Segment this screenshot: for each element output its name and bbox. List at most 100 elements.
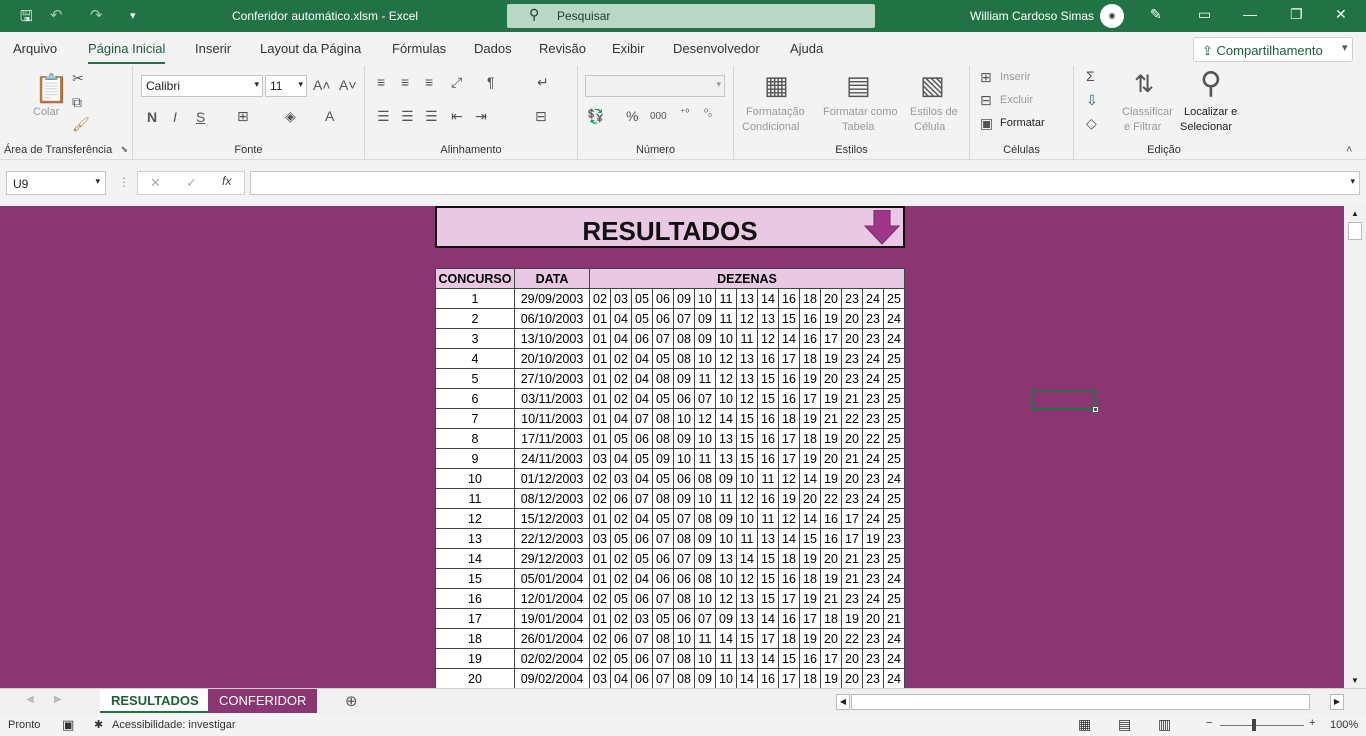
cell-dezena[interactable]: 08: [673, 648, 695, 669]
cell-dezena[interactable]: 02: [589, 648, 611, 669]
close-icon[interactable]: ✕: [1335, 6, 1347, 23]
cell-dezena[interactable]: 20: [862, 608, 884, 629]
cell-dezena[interactable]: 06: [610, 488, 632, 509]
cell-dezena[interactable]: 02: [610, 348, 632, 369]
cell-dezena[interactable]: 05: [631, 288, 653, 309]
cell-dezena[interactable]: 16: [778, 608, 800, 629]
grow-font-icon[interactable]: A˄: [313, 77, 331, 93]
format-table-label-1[interactable]: Formatar como: [823, 106, 898, 118]
redo-icon[interactable]: ↷: [90, 6, 103, 24]
cell-concurso[interactable]: 10: [435, 468, 515, 489]
cell-dezena[interactable]: 09: [673, 288, 695, 309]
cell-dezena[interactable]: 09: [694, 668, 716, 688]
cell-dezena[interactable]: 02: [610, 368, 632, 389]
merge-center-icon[interactable]: ⊟: [535, 108, 547, 125]
cell-dezena[interactable]: 06: [673, 568, 695, 589]
cell-dezena[interactable]: 17: [778, 348, 800, 369]
cell-dezena[interactable]: 07: [673, 548, 695, 569]
cell-dezena[interactable]: 14: [757, 648, 779, 669]
find-label-2[interactable]: Selecionar: [1180, 121, 1232, 133]
cell-dezena[interactable]: 11: [715, 648, 737, 669]
cell-dezena[interactable]: 11: [715, 288, 737, 309]
cell-dezena[interactable]: 03: [610, 288, 632, 309]
cell-data[interactable]: 29/12/2003: [514, 548, 590, 569]
cell-dezena[interactable]: 10: [673, 628, 695, 649]
conditional-format-icon[interactable]: ▦: [764, 70, 789, 101]
cell-dezena[interactable]: 10: [715, 528, 737, 549]
expand-formula-icon[interactable]: ▾: [1350, 176, 1355, 187]
cell-dezena[interactable]: 10: [736, 508, 758, 529]
cell-dezena[interactable]: 20: [841, 308, 863, 329]
cell-dezena[interactable]: 13: [757, 528, 779, 549]
cell-dezena[interactable]: 24: [883, 648, 905, 669]
cell-dezena[interactable]: 19: [841, 608, 863, 629]
cell-data[interactable]: 06/10/2003: [514, 308, 590, 329]
cell-dezena[interactable]: 06: [673, 388, 695, 409]
cell-dezena[interactable]: 15: [757, 368, 779, 389]
undo-icon[interactable]: ↶: [50, 6, 63, 24]
cell-concurso[interactable]: 11: [435, 488, 515, 509]
cell-dezena[interactable]: 17: [820, 328, 842, 349]
format-table-icon[interactable]: ▤: [846, 70, 871, 101]
zoom-level[interactable]: 100%: [1330, 719, 1358, 731]
delete-cells-label[interactable]: Excluir: [1000, 94, 1033, 106]
cell-dezena[interactable]: 19: [799, 408, 821, 429]
cell-dezena[interactable]: 19: [799, 448, 821, 469]
cell-dezena[interactable]: 01: [589, 568, 611, 589]
cell-dezena[interactable]: 09: [694, 548, 716, 569]
cell-dezena[interactable]: 02: [610, 608, 632, 629]
cell-dezena[interactable]: 16: [757, 428, 779, 449]
cell-dezena[interactable]: 10: [715, 328, 737, 349]
sort-filter-icon[interactable]: ⇅: [1134, 70, 1154, 99]
cell-dezena[interactable]: 20: [820, 368, 842, 389]
cell-data[interactable]: 19/01/2004: [514, 608, 590, 629]
cell-concurso[interactable]: 18: [435, 628, 515, 649]
cell-dezena[interactable]: 11: [694, 628, 716, 649]
cell-dezena[interactable]: 24: [883, 328, 905, 349]
cell-dezena[interactable]: 01: [589, 368, 611, 389]
wrap-text-icon[interactable]: ↵: [537, 74, 549, 91]
cell-dezena[interactable]: 11: [736, 328, 758, 349]
cell-dezena[interactable]: 07: [631, 408, 653, 429]
cell-dezena[interactable]: 01: [589, 428, 611, 449]
cell-dezena[interactable]: 15: [778, 648, 800, 669]
cell-dezena[interactable]: 13: [736, 608, 758, 629]
cell-concurso[interactable]: 15: [435, 568, 515, 589]
cell-dezena[interactable]: 20: [820, 628, 842, 649]
hscroll-thumb[interactable]: [851, 694, 1310, 710]
cell-dezena[interactable]: 08: [694, 508, 716, 529]
cell-dezena[interactable]: 07: [652, 668, 674, 688]
cell-dezena[interactable]: 25: [883, 428, 905, 449]
cell-dezena[interactable]: 13: [736, 648, 758, 669]
cell-dezena[interactable]: 19: [820, 388, 842, 409]
cell-dezena[interactable]: 10: [673, 448, 695, 469]
tab-layout[interactable]: Layout da Página: [260, 41, 361, 56]
cell-dezena[interactable]: 04: [610, 408, 632, 429]
scroll-thumb[interactable]: [1348, 222, 1362, 240]
cell-dezena[interactable]: 10: [715, 568, 737, 589]
cell-dezena[interactable]: 24: [862, 288, 884, 309]
cell-dezena[interactable]: 18: [799, 348, 821, 369]
find-select-icon[interactable]: ⚲: [1200, 66, 1222, 101]
font-color-icon[interactable]: A: [325, 108, 334, 124]
bold-button[interactable]: N: [147, 109, 157, 125]
cell-dezena[interactable]: 05: [631, 448, 653, 469]
cell-dezena[interactable]: 01: [589, 348, 611, 369]
cell-dezena[interactable]: 07: [673, 508, 695, 529]
prev-sheet-icon[interactable]: ◀: [26, 694, 34, 705]
cell-dezena[interactable]: 14: [778, 528, 800, 549]
cell-dezena[interactable]: 13: [715, 548, 737, 569]
cell-dezena[interactable]: 05: [652, 348, 674, 369]
format-cells-icon[interactable]: ▣: [980, 115, 993, 132]
cell-dezena[interactable]: 11: [694, 448, 716, 469]
cell-dezena[interactable]: 14: [757, 608, 779, 629]
currency-icon[interactable]: 💱: [587, 108, 604, 125]
insert-cells-label[interactable]: Inserir: [1000, 71, 1031, 83]
format-table-label-2[interactable]: Tabela: [842, 121, 874, 133]
percent-icon[interactable]: %: [626, 108, 638, 124]
cell-dezena[interactable]: 13: [757, 308, 779, 329]
cell-dezena[interactable]: 02: [589, 628, 611, 649]
cell-styles-label-2[interactable]: Célula: [914, 121, 945, 133]
cell-dezena[interactable]: 14: [757, 288, 779, 309]
cell-dezena[interactable]: 06: [631, 588, 653, 609]
